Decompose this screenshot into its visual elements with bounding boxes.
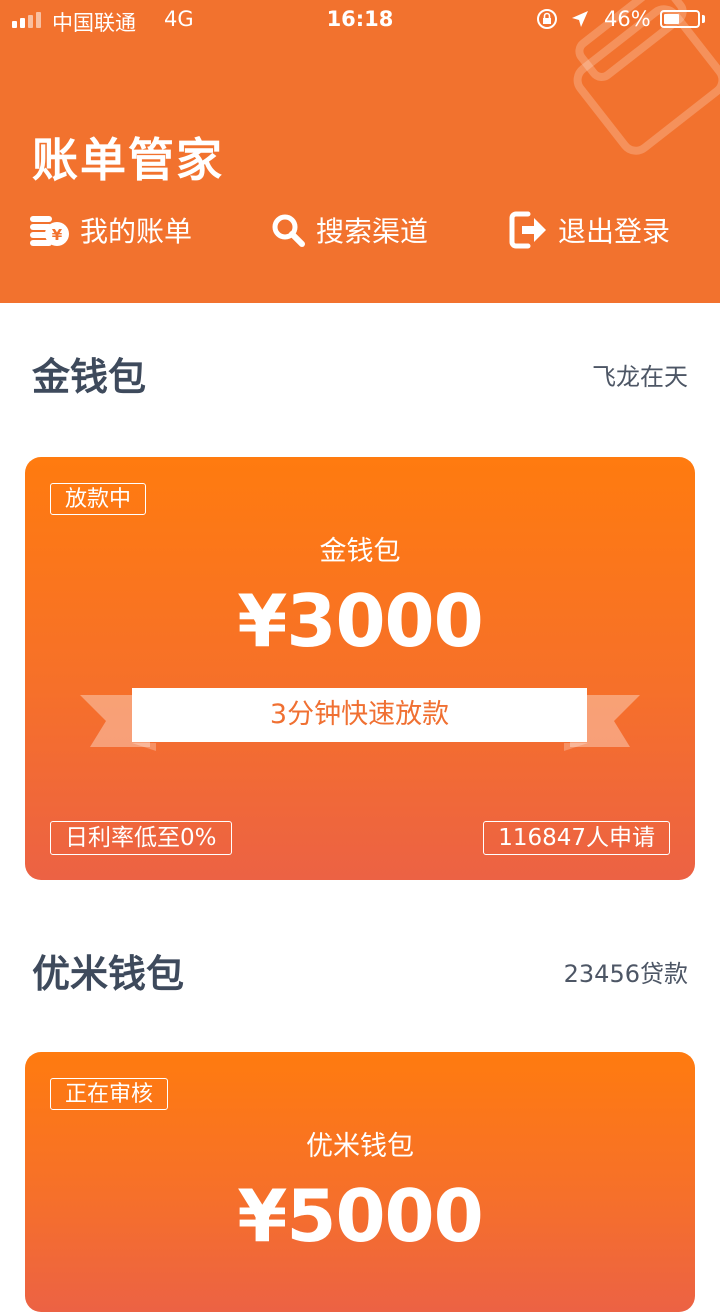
svg-text:¥: ¥ xyxy=(52,226,63,244)
nav-label: 我的账单 xyxy=(80,215,193,248)
search-icon xyxy=(272,214,305,247)
status-bar: 中国联通 4G 16:18 46% xyxy=(0,0,720,40)
status-badge: 放款中 xyxy=(50,483,147,515)
ribbon-text: 3分钟快速放款 xyxy=(132,688,587,742)
logout-icon xyxy=(509,211,546,249)
card-product-name: 金钱包 xyxy=(319,536,401,567)
coins-yen-icon: ¥ xyxy=(30,216,69,246)
loan-card[interactable]: 放款中 金钱包 ¥3000 3分钟快速放款 日利率低至0% 116847人申请 xyxy=(25,457,695,880)
nav-my-bills[interactable]: ¥ 我的账单 xyxy=(28,200,192,260)
status-badge: 正在审核 xyxy=(50,1078,169,1110)
applicants-tag: 116847人申请 xyxy=(483,821,670,855)
section-title: 金钱包 xyxy=(32,355,147,399)
section-meta: 23456贷款 xyxy=(563,960,688,988)
rotation-lock-icon xyxy=(537,9,557,29)
nav-label: 退出登录 xyxy=(558,215,671,248)
loan-card[interactable]: 正在审核 优米钱包 ¥5000 xyxy=(25,1052,695,1312)
nav-label: 搜索渠道 xyxy=(316,215,429,248)
location-arrow-icon xyxy=(572,11,588,27)
card-product-name: 优米钱包 xyxy=(306,1131,414,1162)
app-header: 中国联通 4G 16:18 46% 账单管家 ¥ 我的账单 搜索渠道 退出登录 xyxy=(0,0,720,303)
battery-icon xyxy=(660,10,700,28)
section-title: 优米钱包 xyxy=(32,952,185,996)
app-title: 账单管家 xyxy=(32,133,224,187)
nav-logout[interactable]: 退出登录 xyxy=(508,200,670,260)
nav-search-channel[interactable]: 搜索渠道 xyxy=(270,200,428,260)
section-meta: 飞龙在天 xyxy=(592,363,688,391)
card-amount: ¥3000 xyxy=(237,579,484,663)
card-amount: ¥5000 xyxy=(237,1174,484,1258)
battery-percent: 46% xyxy=(604,7,651,31)
rate-tag: 日利率低至0% xyxy=(50,821,232,855)
